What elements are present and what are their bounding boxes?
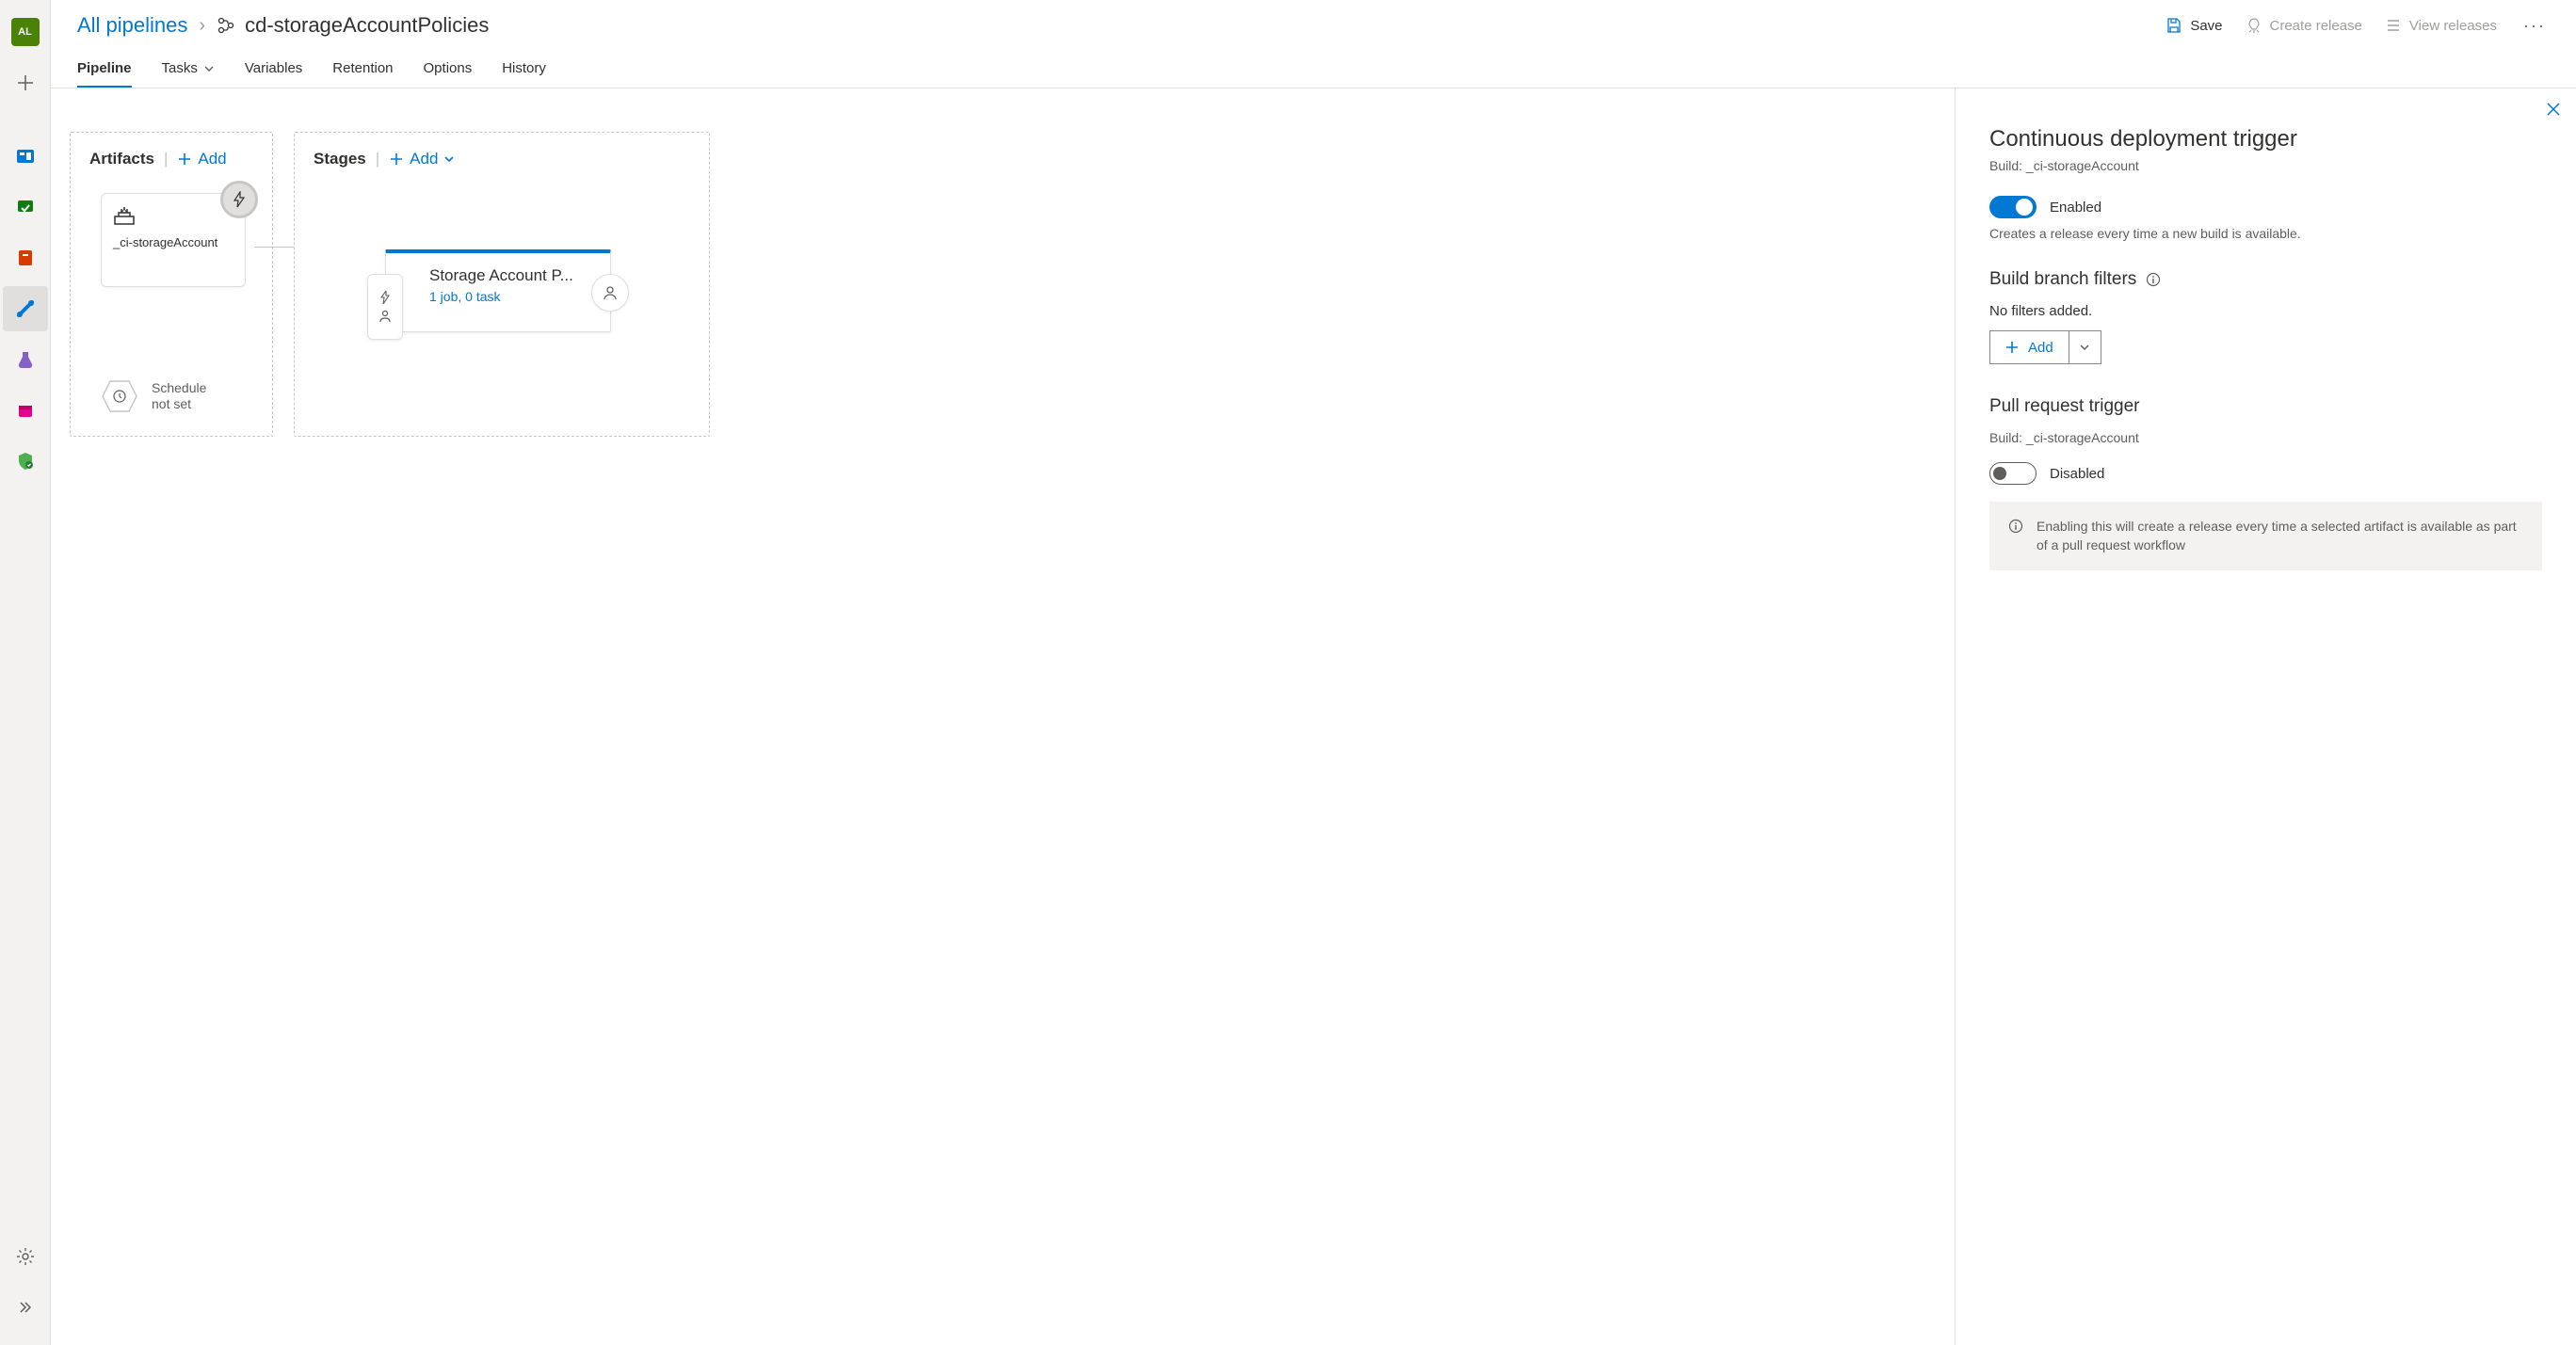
pr-trigger-header: Pull request trigger	[1989, 396, 2542, 417]
close-icon	[2546, 102, 2561, 117]
plus-icon	[2005, 341, 2019, 354]
plus-icon	[177, 152, 192, 167]
rail-collapse[interactable]	[3, 1285, 48, 1330]
add-stage-button[interactable]: Add	[389, 150, 455, 168]
tabs: Pipeline Tasks Variables Retention Optio…	[51, 51, 2576, 88]
stage-card[interactable]: Storage Account P... 1 job, 0 task	[385, 249, 611, 332]
pipeline-icon	[217, 16, 235, 35]
breadcrumb-sep-icon: ›	[199, 15, 205, 37]
tab-history[interactable]: History	[502, 51, 546, 88]
panel-close-button[interactable]	[2546, 102, 2561, 117]
add-filter-button[interactable]: Add	[1989, 330, 2101, 364]
create-release-button: Create release	[2246, 17, 2362, 34]
cd-trigger-toggle-label: Enabled	[2050, 200, 2101, 216]
rail-artifacts[interactable]	[3, 235, 48, 280]
info-icon[interactable]	[2146, 272, 2161, 287]
artifact-trigger-button[interactable]	[220, 181, 258, 218]
rail-pipelines[interactable]	[3, 286, 48, 331]
rail-add[interactable]	[3, 60, 48, 105]
pr-trigger-toggle-label: Disabled	[2050, 466, 2104, 482]
post-deploy-conditions-button[interactable]	[591, 274, 629, 312]
pr-build-ref: Build: _ci-storageAccount	[1989, 430, 2542, 445]
breadcrumb-row: All pipelines › cd-storageAccountPolicie…	[51, 0, 2576, 51]
lightning-icon	[231, 191, 248, 208]
clock-icon	[112, 389, 127, 404]
save-icon	[2165, 17, 2182, 34]
rail-settings[interactable]	[3, 1234, 48, 1279]
build-source-icon	[113, 205, 136, 228]
schedule-line1: Schedule	[152, 380, 206, 397]
pr-trigger-toggle[interactable]	[1989, 462, 2037, 485]
person-icon	[378, 310, 392, 323]
add-artifact-button[interactable]: Add	[177, 150, 226, 168]
tab-retention[interactable]: Retention	[332, 51, 393, 88]
rail-security[interactable]	[3, 439, 48, 484]
stages-container: Stages | Add Storage Accoun	[294, 132, 710, 437]
branch-filters-header: Build branch filters	[1989, 269, 2542, 290]
save-button[interactable]: Save	[2165, 17, 2222, 34]
chevron-down-icon	[2079, 342, 2090, 353]
pr-trigger-info: Enabling this will create a release ever…	[1989, 502, 2542, 570]
chevron-down-icon	[203, 63, 215, 74]
person-icon	[603, 285, 618, 300]
stage-jobs-link[interactable]: 1 job, 0 task	[429, 289, 593, 304]
avatar: AL	[11, 18, 40, 46]
stages-header: Stages	[314, 150, 366, 168]
info-icon	[2008, 519, 2023, 534]
cd-trigger-toggle[interactable]	[1989, 196, 2037, 218]
chevron-down-icon	[443, 153, 455, 165]
list-icon	[2385, 17, 2402, 34]
canvas-wrap: Artifacts | Add _ci-storageAccount	[51, 88, 2576, 1345]
rail-repos[interactable]	[3, 184, 48, 230]
breadcrumb-current: cd-storageAccountPolicies	[217, 13, 489, 38]
rail-test[interactable]	[3, 337, 48, 382]
view-releases-button: View releases	[2385, 17, 2497, 34]
schedule-line2: not set	[152, 396, 206, 413]
no-filters-text: No filters added.	[1989, 303, 2542, 319]
schedule-row[interactable]: Schedule not set	[101, 379, 206, 413]
tab-tasks[interactable]: Tasks	[162, 51, 215, 88]
main: All pipelines › cd-storageAccountPolicie…	[51, 0, 2576, 1345]
panel-title: Continuous deployment trigger	[1989, 126, 2542, 152]
pre-deploy-conditions-button[interactable]	[367, 274, 403, 340]
chevron-double-right-icon	[17, 1299, 34, 1316]
rocket-icon	[2246, 17, 2262, 34]
lightning-icon	[378, 291, 392, 304]
plus-icon	[389, 152, 404, 167]
tab-options[interactable]: Options	[424, 51, 473, 88]
cd-trigger-description: Creates a release every time a new build…	[1989, 226, 2542, 241]
settings-panel: Continuous deployment trigger Build: _ci…	[1955, 88, 2576, 1345]
rail-packages[interactable]	[3, 388, 48, 433]
panel-build-ref: Build: _ci-storageAccount	[1989, 158, 2542, 173]
artifacts-header: Artifacts	[89, 150, 154, 168]
artifacts-container: Artifacts | Add _ci-storageAccount	[70, 132, 273, 437]
more-actions-button[interactable]: ···	[2520, 16, 2550, 36]
gear-icon	[16, 1247, 35, 1266]
left-rail: AL	[0, 0, 51, 1345]
artifact-name: _ci-storageAccount	[113, 235, 233, 251]
tab-variables[interactable]: Variables	[245, 51, 302, 88]
project-avatar[interactable]: AL	[3, 9, 48, 55]
add-filter-dropdown[interactable]	[2069, 331, 2101, 363]
rail-boards[interactable]	[3, 134, 48, 179]
tab-pipeline[interactable]: Pipeline	[77, 51, 132, 88]
stage-title: Storage Account P...	[429, 266, 593, 285]
breadcrumb-root[interactable]: All pipelines	[77, 13, 187, 38]
breadcrumb-current-text: cd-storageAccountPolicies	[245, 13, 489, 38]
artifact-card[interactable]: _ci-storageAccount	[101, 193, 246, 287]
